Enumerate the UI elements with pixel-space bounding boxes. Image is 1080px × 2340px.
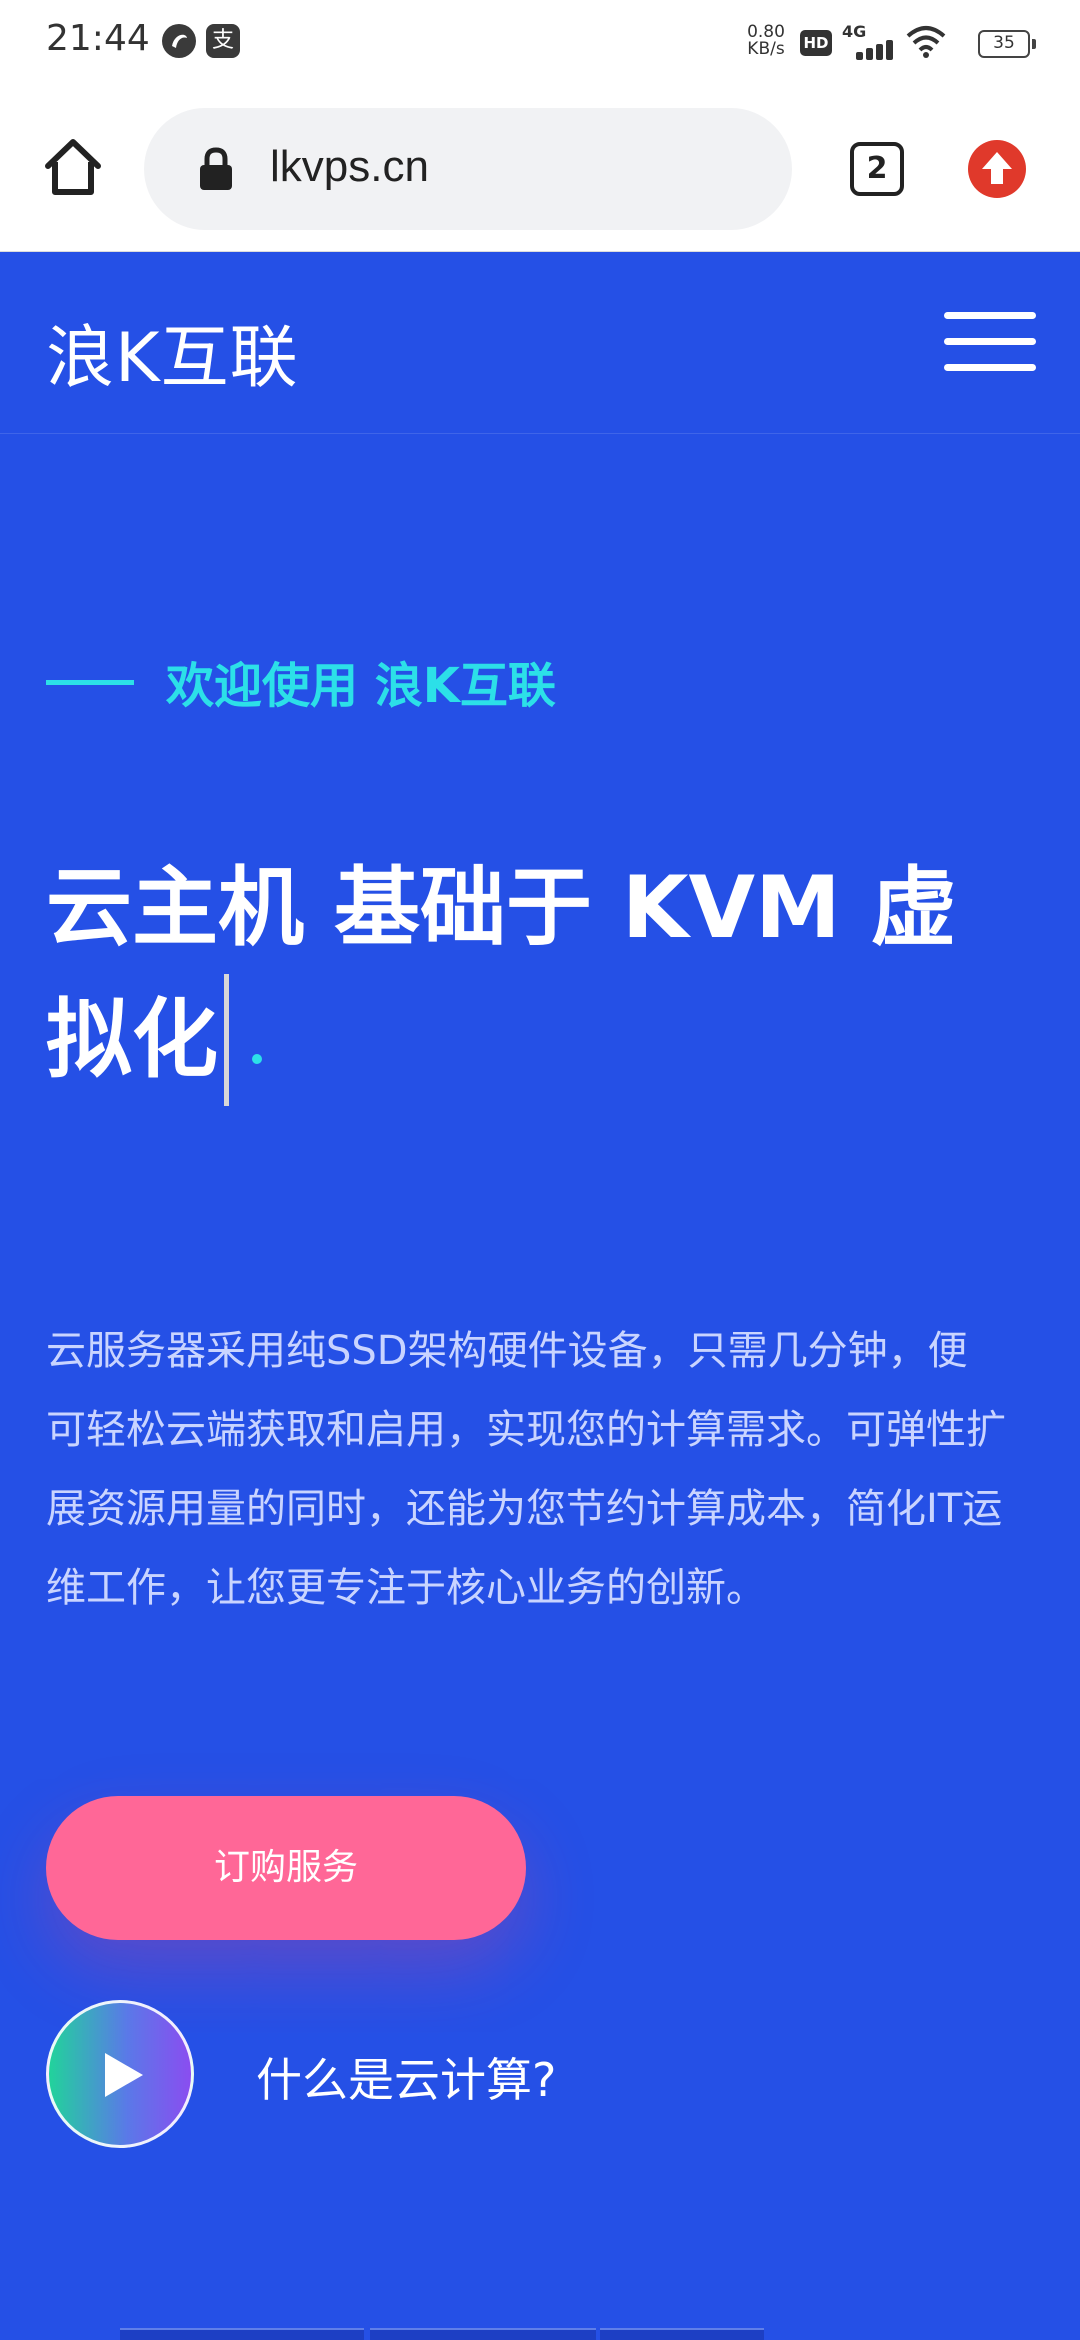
site-header: 浪K互联 — [0, 252, 1080, 434]
tab-switcher-button[interactable]: 2 — [850, 142, 904, 196]
hero-description: 云服务器采用纯SSD架构硬件设备，只需几分钟，便可轻松云端获取和启用，实现您的计… — [46, 1328, 1006, 1611]
lock-icon — [198, 146, 234, 196]
url-text: lkvps.cn — [270, 142, 429, 191]
video-link[interactable]: 什么是云计算? — [46, 2000, 746, 2150]
cursor-dot — [252, 1054, 262, 1064]
address-bar[interactable]: lkvps.cn — [144, 108, 792, 230]
bottom-tabs-strip — [120, 2328, 960, 2340]
hamburger-menu-icon[interactable] — [944, 312, 1036, 372]
home-button[interactable] — [40, 134, 106, 200]
browser-logo-icon — [162, 24, 196, 58]
welcome-text: 欢迎使用 浪K互联 — [166, 658, 556, 714]
status-right-group: 0.80 KB/s HD 4G 35 — [710, 18, 1050, 64]
battery-icon: 35 — [978, 30, 1036, 58]
cellular-signal-icon: 4G — [842, 22, 898, 60]
browser-toolbar: lkvps.cn 2 — [0, 82, 1080, 252]
hd-badge: HD — [800, 30, 832, 56]
status-time: 21:44 — [46, 18, 150, 59]
headline-text: 云主机 基础于 KVM 虚拟化 — [46, 858, 957, 1090]
tagline-dash — [46, 680, 134, 685]
play-button[interactable] — [46, 2000, 194, 2148]
typing-cursor — [224, 974, 229, 1106]
network-speed: 0.80 KB/s — [742, 24, 790, 58]
alipay-icon: 支 — [206, 24, 240, 58]
home-icon — [45, 139, 101, 195]
upload-icon[interactable] — [968, 140, 1026, 198]
site-logo[interactable]: 浪K互联 — [46, 302, 299, 401]
order-service-button[interactable]: 订购服务 — [46, 1796, 526, 1940]
hero-headline: 云主机 基础于 KVM 虚拟化 — [46, 842, 1006, 1106]
video-label[interactable]: 什么是云计算? — [256, 2044, 556, 2110]
wifi-icon — [906, 24, 946, 62]
network-type-label: 4G — [842, 22, 867, 41]
status-bar: 21:44 支 0.80 KB/s HD 4G 35 — [0, 0, 1080, 82]
network-speed-unit: KB/s — [747, 39, 785, 59]
play-icon — [105, 2053, 143, 2097]
